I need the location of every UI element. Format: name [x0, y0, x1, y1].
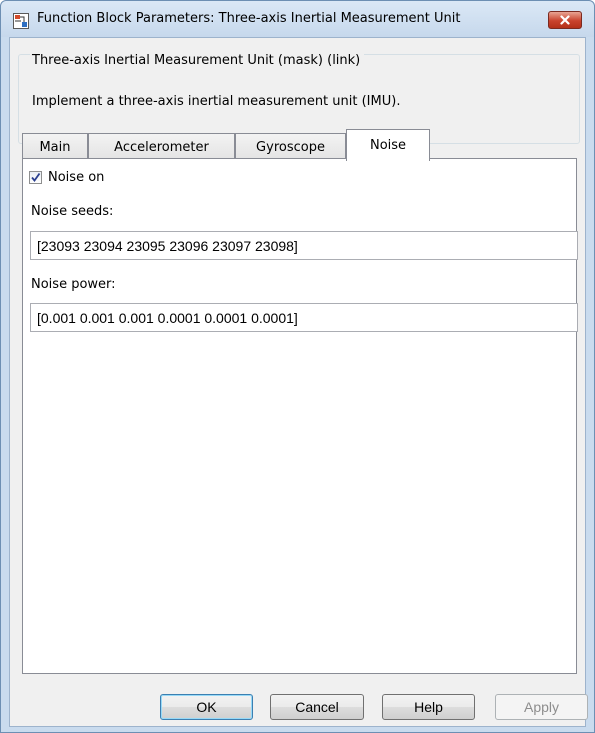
ok-button[interactable]: OK	[160, 694, 253, 720]
dialog-client-area: Three-axis Inertial Measurement Unit (ma…	[9, 37, 588, 727]
tab-noise[interactable]: Noise	[346, 129, 430, 161]
noise-on-label: Noise on	[48, 169, 105, 185]
cancel-button[interactable]: Cancel	[270, 694, 364, 720]
close-icon	[560, 15, 570, 25]
title-bar[interactable]: Function Block Parameters: Three-axis In…	[1, 1, 594, 37]
noise-tab-panel: Noise on Noise seeds: Noise power:	[22, 158, 578, 674]
noise-on-row[interactable]: Noise on	[29, 169, 104, 185]
tab-strip: Main Accelerometer Gyroscope Noise	[22, 129, 582, 161]
noise-power-label: Noise power:	[31, 277, 116, 292]
help-button[interactable]: Help	[382, 694, 475, 720]
apply-button[interactable]: Apply	[495, 694, 588, 720]
mask-title: Three-axis Inertial Measurement Unit (ma…	[30, 53, 365, 68]
checkmark-icon	[31, 172, 41, 182]
noise-power-input[interactable]	[30, 303, 578, 332]
close-button[interactable]	[548, 11, 582, 29]
noise-seeds-label: Noise seeds:	[31, 204, 114, 219]
simulink-block-icon	[13, 13, 29, 29]
mask-description: Implement a three-axis inertial measurem…	[32, 94, 401, 109]
dialog-window: Function Block Parameters: Three-axis In…	[0, 0, 595, 733]
tab-main[interactable]: Main	[22, 133, 88, 160]
tab-gyroscope[interactable]: Gyroscope	[235, 133, 346, 160]
window-title: Function Block Parameters: Three-axis In…	[37, 11, 461, 26]
tab-accelerometer[interactable]: Accelerometer	[88, 133, 235, 160]
noise-on-checkbox[interactable]	[29, 170, 42, 184]
noise-seeds-input[interactable]	[30, 231, 578, 260]
